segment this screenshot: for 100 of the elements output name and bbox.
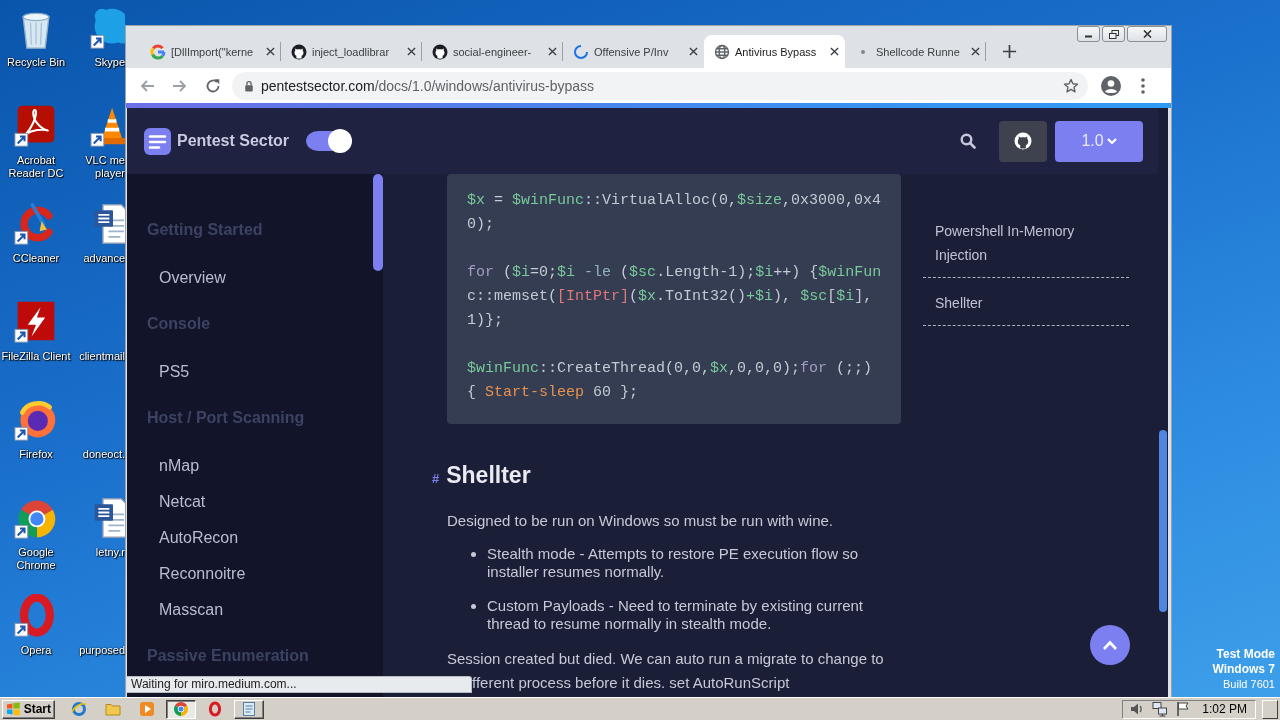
- browser-tab[interactable]: [DllImport("kerne: [140, 35, 281, 68]
- cat-circle-icon: [432, 43, 448, 60]
- kebab-menu-icon[interactable]: [1141, 77, 1145, 94]
- forward-icon[interactable]: [172, 77, 188, 94]
- sidebar-item[interactable]: Reconnoitre: [127, 556, 383, 592]
- paragraph-text: Session created but died. We can auto run a migrate to change to: [447, 649, 885, 669]
- paragraph-text: Designed to be run on Windows so must be run with wine.: [447, 511, 835, 531]
- shortcut-label[interactable]: Recycle Bin: [6, 56, 66, 69]
- toc-link[interactable]: Powershell In-Memory Injection: [923, 206, 1129, 278]
- shortcut-label[interactable]: clientmail: [79, 350, 125, 363]
- sidebar-item[interactable]: nMap: [127, 448, 383, 484]
- notepad-icon: [241, 701, 257, 717]
- shortcut-label[interactable]: FileZilla Client: [1, 350, 71, 363]
- shortcut-label[interactable]: Firefox: [19, 448, 53, 461]
- shortcut-label[interactable]: Acrobat Reader DC: [8, 154, 64, 180]
- status-bubble: Waiting for miro.medium.com...: [127, 676, 472, 693]
- code-line: for ($i=0;$i -le ($sc.Length-1);$i++) {$winFun: [467, 263, 881, 283]
- restore-button[interactable]: [1102, 26, 1125, 42]
- search-icon[interactable]: [960, 133, 976, 149]
- start-button[interactable]: Start: [2, 699, 55, 719]
- section-heading: Shellter: [446, 461, 531, 490]
- heading-anchor-link[interactable]: #: [432, 471, 440, 486]
- code-line: 0);: [467, 215, 495, 235]
- sidebar-item[interactable]: PS5: [127, 354, 383, 390]
- theme-toggle[interactable]: [306, 129, 353, 153]
- star-icon[interactable]: [1063, 77, 1079, 94]
- speaker-icon[interactable]: [1129, 701, 1145, 717]
- repo-link-button[interactable]: [999, 120, 1047, 162]
- code-line: c::memset([IntPtr]($x.ToInt32()+$i), $sc[$i],: [467, 287, 874, 307]
- close-icon[interactable]: [830, 47, 839, 56]
- bullet-icon: [471, 604, 476, 609]
- code-line: $winFunc::CreateThread(0,0,$x,0,0,0);for (;;): [467, 359, 874, 379]
- taskbar-button[interactable]: [166, 699, 196, 719]
- site-title[interactable]: Pentest Sector: [177, 132, 290, 150]
- close-button[interactable]: [1127, 26, 1167, 42]
- reload-icon[interactable]: [205, 77, 221, 94]
- loading-spinner-icon: [573, 43, 589, 60]
- browser-tab[interactable]: Offensive P/Inv: [563, 35, 704, 68]
- code-line: { Start-sleep 60 };: [467, 383, 640, 403]
- sidebar-item[interactable]: Overview: [127, 260, 383, 296]
- cloud-icon[interactable]: [90, 6, 125, 50]
- close-icon[interactable]: [407, 47, 416, 56]
- back-icon[interactable]: [139, 77, 155, 94]
- flag-logo-icon: [6, 701, 21, 717]
- scrollbar-thumb[interactable]: [1159, 430, 1167, 612]
- scrollbar-thumb[interactable]: [373, 174, 383, 271]
- address-bar[interactable]: pentestsector.com/docs/1.0/windows/antivirus-bypass: [232, 71, 1088, 100]
- sidebar-section-title: Console: [146, 314, 212, 334]
- sidebar-item[interactable]: Masscan: [127, 592, 383, 628]
- restore-icon: [1108, 29, 1119, 39]
- sidebar-section-title: Passive Enumeration: [146, 646, 310, 666]
- shortcut-label[interactable]: letny.r: [95, 546, 125, 559]
- cat-circle-icon: [291, 43, 307, 60]
- sidebar-item[interactable]: Netcat: [127, 484, 383, 520]
- browser-tab[interactable]: social-engineer-: [422, 35, 563, 68]
- browser-tab[interactable]: Shellcode Runne: [845, 35, 986, 68]
- g-ring-icon: [150, 43, 166, 60]
- browser-wheel-icon: [173, 701, 189, 717]
- fox-globe-icon[interactable]: [14, 398, 58, 442]
- document-logo-icon[interactable]: [143, 126, 172, 156]
- cat-circle-icon: [1014, 132, 1032, 150]
- close-icon[interactable]: [266, 47, 275, 56]
- shortcut-label[interactable]: purposed: [79, 644, 125, 657]
- folder-icon: [105, 701, 121, 717]
- shortcut-label[interactable]: VLC me player: [85, 154, 125, 180]
- close-icon[interactable]: [971, 47, 980, 56]
- flag-icon[interactable]: [1175, 701, 1191, 717]
- shortcut-label[interactable]: Skype: [94, 56, 125, 69]
- test-mode-text: Build 7601: [1223, 677, 1275, 692]
- lock-icon: [244, 79, 254, 92]
- browser-tab[interactable]: inject_loadlibrar: [281, 35, 422, 68]
- chevron-up-icon: [1102, 639, 1118, 651]
- sidebar-section-title: Getting Started: [146, 220, 264, 240]
- shortcut-label[interactable]: doneoct.: [82, 448, 125, 461]
- shortcut-label[interactable]: CCleaner: [12, 252, 60, 265]
- profile-icon[interactable]: [1101, 75, 1121, 96]
- list-item-text: Stealth mode - Attempts to restore PE execution flow so installer resumes normally.: [487, 545, 859, 581]
- shortcut-label[interactable]: advance: [83, 252, 125, 265]
- shortcut-label[interactable]: Opera: [20, 644, 52, 657]
- scroll-top-button[interactable]: [1090, 625, 1130, 665]
- sidebar-item[interactable]: AutoRecon: [127, 520, 383, 556]
- list-item-text: Custom Payloads - Need to terminate by existing current thread to resume normally in stealth mode.: [487, 597, 864, 633]
- ring-icon: [207, 701, 223, 717]
- close-icon[interactable]: [689, 47, 698, 56]
- plus-icon[interactable]: [1002, 44, 1017, 59]
- close-icon[interactable]: [548, 47, 557, 56]
- caret-icon: [1106, 137, 1117, 145]
- test-mode-text: Windows 7: [1212, 662, 1275, 677]
- globe-orbit-icon: [71, 701, 87, 717]
- toc-link[interactable]: Shellter: [923, 278, 1129, 326]
- code-line: 1)};: [467, 311, 504, 331]
- close-icon: [1142, 30, 1152, 38]
- clock-text[interactable]: 1:02 PM: [1202, 702, 1255, 716]
- url-text: pentestsector.com/docs/1.0/windows/antivirus-bypass: [261, 77, 596, 94]
- globe-icon: [714, 43, 730, 60]
- browser-tab[interactable]: Antivirus Bypass: [704, 35, 845, 68]
- shortcut-label[interactable]: Google Chrome: [16, 546, 56, 572]
- show-desktop-button[interactable]: [1262, 699, 1278, 719]
- network-icon[interactable]: [1152, 701, 1168, 717]
- paragraph-text: fferent process before it dies. set AutoRunScript: [471, 673, 791, 693]
